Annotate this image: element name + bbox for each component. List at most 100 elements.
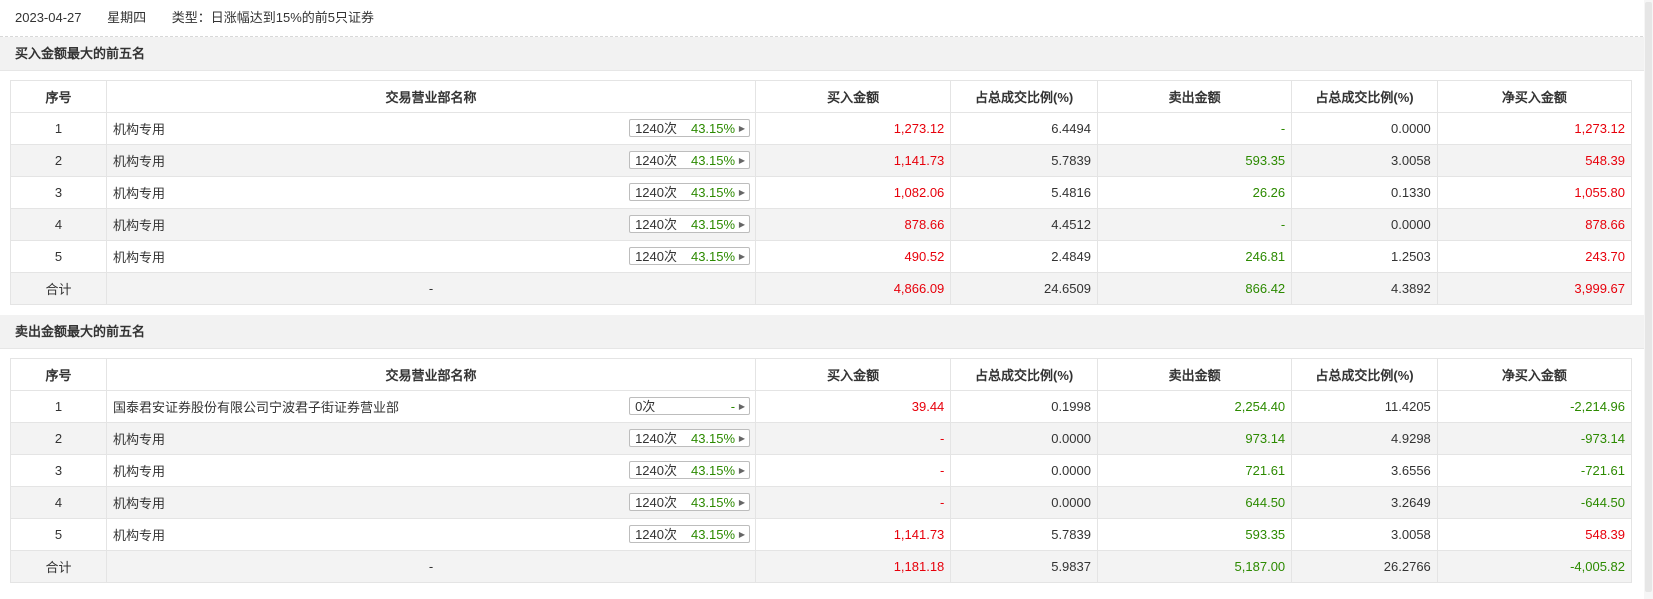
branch-win-rate: 43.15% xyxy=(690,153,736,168)
col-sell-amount: 卖出金额 xyxy=(1096,80,1293,113)
sell-amount: - xyxy=(1096,208,1293,241)
branch-name[interactable]: 机构专用 xyxy=(113,218,165,233)
branch-name[interactable]: 机构专用 xyxy=(113,122,165,137)
branch-win-rate: 43.15% xyxy=(690,463,736,478)
sell-ratio: 11.4205 xyxy=(1291,390,1438,423)
table-row: 2 机构专用 1240次 43.15% ▶ 1,141.73 5.7839 593.35 3.0… xyxy=(9,144,1633,177)
col-buy-ratio: 占总成交比例(%) xyxy=(950,80,1098,113)
sell-amount: 644.50 xyxy=(1096,486,1293,519)
net-amount: -644.50 xyxy=(1436,486,1633,519)
total-branch: - xyxy=(106,272,757,305)
branch-stats-button[interactable]: 1240次 43.15% ▶ xyxy=(629,183,751,201)
branch-stats-button[interactable]: 1240次 43.15% ▶ xyxy=(629,119,751,137)
sell-ratio: 1.2503 xyxy=(1291,240,1438,273)
row-index: 1 xyxy=(9,390,108,423)
total-net-amount: 3,999.67 xyxy=(1436,272,1633,305)
branch-name[interactable]: 机构专用 xyxy=(113,464,165,479)
col-sell-ratio: 占总成交比例(%) xyxy=(1291,80,1438,113)
total-row: 合计 -1,181.18 5.9837 5,187.00 26.2766 -4,005.8… xyxy=(9,550,1633,583)
branch-stats-button[interactable]: 1240次 43.15% ▶ xyxy=(629,429,751,447)
branch-appearance-count: 1240次 xyxy=(635,185,677,200)
buy-amount: - xyxy=(755,486,952,519)
col-sell-ratio: 占总成交比例(%) xyxy=(1291,358,1438,391)
branch-name[interactable]: 机构专用 xyxy=(113,154,165,169)
table-row: 4 机构专用 1240次 43.15% ▶ 878.66 4.4512-0.0000 878.… xyxy=(9,208,1633,241)
scrollbar-thumb[interactable] xyxy=(1645,2,1652,592)
row-index: 5 xyxy=(9,518,108,551)
caret-right-icon: ▶ xyxy=(738,252,746,261)
branch-stats-button[interactable]: 1240次 43.15% ▶ xyxy=(629,215,751,233)
branch-name[interactable]: 机构专用 xyxy=(113,250,165,265)
branch-name[interactable]: 机构专用 xyxy=(113,186,165,201)
branch-appearance-count: 0次 xyxy=(635,399,656,414)
branch-appearance-count: 1240次 xyxy=(635,249,677,264)
branch-stats-button[interactable]: 1240次 43.15% ▶ xyxy=(629,461,751,479)
caret-right-icon: ▶ xyxy=(738,220,746,229)
vertical-scrollbar[interactable] xyxy=(1644,0,1653,599)
buy-amount: 39.44 xyxy=(755,390,952,423)
buy-amount: 878.66 xyxy=(755,208,952,241)
total-buy-ratio: 5.9837 xyxy=(950,550,1098,583)
table-header-row: 序号 交易营业部名称 买入金额 占总成交比例(%) 卖出金额 占总成交比例(%)… xyxy=(9,358,1633,391)
branch-appearance-count: 1240次 xyxy=(635,217,677,232)
buy-table: 序号 交易营业部名称 买入金额 占总成交比例(%) 卖出金额 占总成交比例(%)… xyxy=(9,80,1633,305)
branch-win-rate: 43.15% xyxy=(690,121,736,136)
trade-weekday: 星期四 xyxy=(107,10,147,25)
row-index: 2 xyxy=(9,422,108,455)
branch-appearance-count: 1240次 xyxy=(635,527,677,542)
branch-cell: 机构专用 1240次 43.15% ▶ xyxy=(106,454,757,487)
sell-ratio: 0.0000 xyxy=(1291,112,1438,145)
sell-amount: 246.81 xyxy=(1096,240,1293,273)
branch-stats-button[interactable]: 1240次 43.15% ▶ xyxy=(629,151,751,169)
col-buy-amount: 买入金额 xyxy=(755,80,952,113)
row-index: 4 xyxy=(9,208,108,241)
caret-right-icon: ▶ xyxy=(738,124,746,133)
total-sell-ratio: 26.2766 xyxy=(1291,550,1438,583)
branch-name[interactable]: 机构专用 xyxy=(113,432,165,447)
caret-right-icon: ▶ xyxy=(738,156,746,165)
net-amount: -2,214.96 xyxy=(1436,390,1633,423)
branch-stats-button[interactable]: 1240次 43.15% ▶ xyxy=(629,493,751,511)
top-info-bar: 2023-04-27 星期四 类型：日涨幅达到15%的前5只证券 xyxy=(0,0,1653,37)
branch-win-rate: 43.15% xyxy=(690,527,736,542)
row-index: 3 xyxy=(9,454,108,487)
branch-appearance-count: 1240次 xyxy=(635,495,677,510)
table-header-row: 序号 交易营业部名称 买入金额 占总成交比例(%) 卖出金额 占总成交比例(%)… xyxy=(9,80,1633,113)
buy-amount: - xyxy=(755,454,952,487)
sell-amount: 593.35 xyxy=(1096,144,1293,177)
table-row: 4 机构专用 1240次 43.15% ▶ -0.0000 644.50 3.2649 -644… xyxy=(9,486,1633,519)
total-label: 合计 xyxy=(9,550,108,583)
buy-ratio: 0.0000 xyxy=(950,422,1098,455)
total-branch: - xyxy=(106,550,757,583)
buy-ratio: 0.0000 xyxy=(950,454,1098,487)
buy-ratio: 2.4849 xyxy=(950,240,1098,273)
branch-appearance-count: 1240次 xyxy=(635,431,677,446)
buy-ratio: 4.4512 xyxy=(950,208,1098,241)
branch-stats-button[interactable]: 1240次 43.15% ▶ xyxy=(629,247,751,265)
list-type: 类型：日涨幅达到15%的前5只证券 xyxy=(171,10,375,25)
branch-cell: 机构专用 1240次 43.15% ▶ xyxy=(106,486,757,519)
branch-name[interactable]: 国泰君安证券股份有限公司宁波君子街证券营业部 xyxy=(113,400,399,415)
branch-stats-button[interactable]: 0次 - ▶ xyxy=(629,397,751,415)
buy-amount: 1,273.12 xyxy=(755,112,952,145)
sell-ratio: 3.6556 xyxy=(1291,454,1438,487)
branch-cell: 机构专用 1240次 43.15% ▶ xyxy=(106,518,757,551)
sell-ratio: 4.9298 xyxy=(1291,422,1438,455)
caret-right-icon: ▶ xyxy=(738,434,746,443)
branch-cell: 机构专用 1240次 43.15% ▶ xyxy=(106,208,757,241)
total-buy-amount: 1,181.18 xyxy=(755,550,952,583)
branch-cell: 国泰君安证券股份有限公司宁波君子街证券营业部 0次 - ▶ xyxy=(106,390,757,423)
row-index: 2 xyxy=(9,144,108,177)
total-sell-ratio: 4.3892 xyxy=(1291,272,1438,305)
sell-ratio: 0.0000 xyxy=(1291,208,1438,241)
branch-name[interactable]: 机构专用 xyxy=(113,528,165,543)
buy-ratio: 0.0000 xyxy=(950,486,1098,519)
buy-amount: 1,082.06 xyxy=(755,176,952,209)
buy-ratio: 5.4816 xyxy=(950,176,1098,209)
sell-amount: 26.26 xyxy=(1096,176,1293,209)
table-row: 1 国泰君安证券股份有限公司宁波君子街证券营业部 0次 - ▶ 39.44 0.1998 2,… xyxy=(9,390,1633,423)
branch-name[interactable]: 机构专用 xyxy=(113,496,165,511)
sell-ratio: 3.2649 xyxy=(1291,486,1438,519)
branch-stats-button[interactable]: 1240次 43.15% ▶ xyxy=(629,525,751,543)
buy-ratio: 5.7839 xyxy=(950,144,1098,177)
